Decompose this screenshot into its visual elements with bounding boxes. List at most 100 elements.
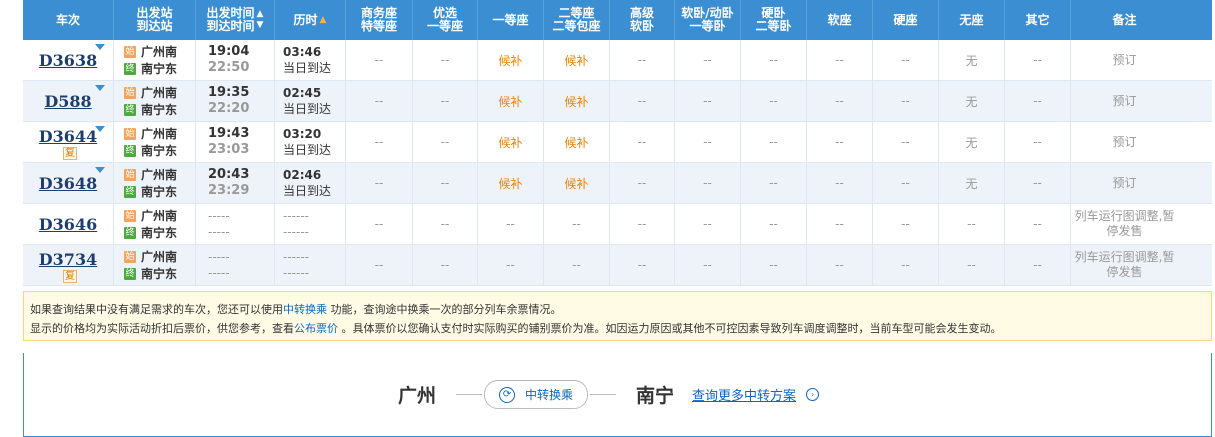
duration: 03:46: [283, 45, 322, 59]
transfer-from-city: 广州: [398, 385, 437, 407]
seat-cell: --: [1005, 163, 1071, 203]
book-button[interactable]: 预订: [1071, 122, 1178, 162]
seat-cell: --: [939, 245, 1005, 285]
seat-cell: --: [675, 81, 741, 121]
stations-cell: 始广州南终南宁东: [114, 163, 196, 203]
arrival-day: 当日到达: [283, 102, 332, 116]
end-station-icon: 终: [124, 144, 136, 157]
column-header-label: 历时: [293, 12, 318, 27]
seat-cell: --: [1005, 245, 1071, 285]
column-header-label: 其它: [1025, 12, 1050, 27]
train-cell: D3644 复: [23, 122, 114, 162]
arrival-station-name: 南宁东: [141, 62, 178, 76]
transfer-button[interactable]: ⟳ 中转换乘: [484, 380, 589, 409]
seat-cell: --: [807, 81, 873, 121]
seat-cell[interactable]: 候补: [478, 163, 544, 203]
seat-cell: --: [873, 163, 939, 203]
column-header-label: 二等包座: [552, 19, 601, 33]
train-number-link[interactable]: D3648: [39, 174, 97, 193]
seat-cell: --: [413, 122, 478, 162]
connector-line: [456, 394, 483, 395]
arrival-time: 23:29: [208, 183, 250, 198]
departure-station-name: 广州南: [141, 86, 178, 100]
seat-cell[interactable]: 候补: [544, 122, 610, 162]
transfer-button-label: 中转换乘: [525, 388, 574, 402]
seat-cell: --: [873, 204, 939, 244]
notice-box: 如果查询结果中没有满足需求的车次，您还可以使用中转换乘 功能，查询途中换乘一次的…: [23, 291, 1212, 341]
column-header-label: 软座: [827, 12, 852, 27]
book-button[interactable]: 预订: [1071, 40, 1178, 80]
seat-cell: --: [346, 245, 413, 285]
seat-cell: --: [675, 122, 741, 162]
times-cell: 20:43 23:29: [196, 163, 275, 203]
train-number-link[interactable]: D588: [44, 92, 91, 111]
column-header: 备注: [1071, 0, 1178, 40]
column-header[interactable]: 出发时间 到达时间 ▲ ▼: [196, 0, 275, 40]
seat-cell: --: [413, 163, 478, 203]
train-number-link[interactable]: D3646: [39, 215, 97, 234]
seat-cell[interactable]: 候补: [478, 81, 544, 121]
end-station-icon: 终: [124, 267, 136, 280]
seat-cell: --: [807, 163, 873, 203]
start-station-icon: 始: [124, 127, 136, 140]
sort-arrows-icon[interactable]: ▲ ▼: [257, 9, 264, 31]
seat-cell: 无: [939, 40, 1005, 80]
seat-cell[interactable]: 候补: [478, 40, 544, 80]
departure-station-name: 广州南: [141, 168, 178, 182]
departure-station: 始广州南: [124, 125, 177, 142]
seat-cell: --: [741, 40, 807, 80]
end-station-icon: 终: [124, 103, 136, 116]
notice-line-1: 如果查询结果中没有满足需求的车次，您还可以使用中转换乘 功能，查询途中换乘一次的…: [30, 300, 1205, 319]
seat-cell: --: [675, 204, 741, 244]
seat-cell[interactable]: 候补: [544, 163, 610, 203]
ticket-results: 车次 出发站 到达站 出发时间 到达时间 ▲ ▼ 历时 ▲ 商务座 特等座 优选 一等座 一等座 二等座 二等…: [23, 0, 1212, 437]
duration: 03:20: [283, 127, 322, 141]
duration-cell: ------ ------: [275, 204, 346, 244]
column-header-label: 一等座: [492, 12, 529, 27]
arrival-day: 当日到达: [283, 184, 332, 198]
table-row: D3646 始广州南终南宁东 ----- ----- ------ ------ -- -- -…: [23, 204, 1212, 245]
arrival-station-name: 南宁东: [141, 267, 178, 281]
seat-cell: --: [807, 122, 873, 162]
seat-cell: --: [873, 81, 939, 121]
column-header: 车次: [23, 0, 114, 40]
seat-cell[interactable]: 候补: [478, 122, 544, 162]
expand-arrow-icon[interactable]: [95, 44, 105, 50]
sort-up-icon[interactable]: ▲: [320, 14, 327, 27]
expand-arrow-icon[interactable]: [95, 167, 105, 173]
column-header: 出发站 到达站: [114, 0, 196, 40]
arrival-time: 22:20: [208, 101, 250, 116]
book-button[interactable]: 预订: [1071, 81, 1178, 121]
column-header[interactable]: 历时 ▲: [275, 0, 346, 40]
transfer-panel: 广州 ⟳ 中转换乘 南宁 查询更多中转方案 ›: [23, 353, 1212, 437]
train-number-link[interactable]: D3734: [39, 250, 97, 269]
arrival-station-name: 南宁东: [141, 144, 178, 158]
column-header: 高级 软卧: [610, 0, 675, 40]
seat-cell: --: [478, 245, 544, 285]
duration-cell: 03:20 当日到达: [275, 122, 346, 162]
seat-cell: --: [741, 245, 807, 285]
more-transfer-link[interactable]: 查询更多中转方案: [692, 385, 796, 404]
column-header: 无座: [939, 0, 1005, 40]
arrival-day: ------: [283, 225, 309, 239]
notice-text: 如果查询结果中没有满足需求的车次，您还可以使用: [30, 303, 283, 316]
train-cell: D588: [23, 81, 114, 121]
seat-cell: --: [413, 245, 478, 285]
seat-cell[interactable]: 候补: [544, 40, 610, 80]
arrival-station: 终南宁东: [124, 142, 177, 159]
seat-cell[interactable]: 候补: [544, 81, 610, 121]
departure-time: 19:43: [208, 126, 250, 141]
resume-badge: 复: [63, 147, 77, 160]
chevron-right-icon[interactable]: ›: [806, 388, 820, 401]
train-number-link[interactable]: D3644: [39, 127, 97, 146]
public-price-link[interactable]: 公布票价: [294, 322, 338, 335]
expand-arrow-icon[interactable]: [95, 85, 105, 91]
expand-arrow-icon[interactable]: [95, 126, 105, 132]
arrival-station: 终南宁东: [124, 224, 177, 241]
transfer-link[interactable]: 中转换乘: [283, 303, 327, 316]
transfer-to-city: 南宁: [636, 385, 675, 407]
train-number-link[interactable]: D3638: [39, 51, 97, 70]
seat-cell: --: [544, 204, 610, 244]
book-button[interactable]: 预订: [1071, 163, 1178, 203]
seat-cell: --: [807, 245, 873, 285]
